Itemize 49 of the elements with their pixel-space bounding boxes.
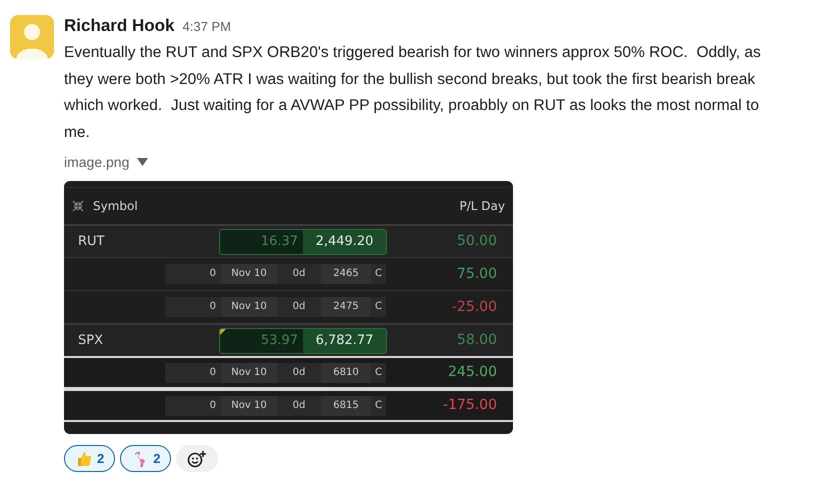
table-row[interactable]: 0 Nov 10 0d 6815 C -175.00 <box>64 389 513 422</box>
collapse-icon[interactable] <box>72 200 84 212</box>
reaction-button[interactable]: 2 <box>120 445 172 472</box>
mark-price: 53.97 <box>220 328 304 352</box>
last-price: 6,782.77 <box>303 328 386 352</box>
type-cell: C <box>371 362 386 382</box>
strike-cell: 2465 <box>321 264 371 284</box>
reaction-button[interactable]: 2 <box>64 445 116 472</box>
column-header[interactable]: P/L Day <box>460 197 505 215</box>
table-row[interactable]: 0 Nov 10 0d 6810 C 245.00 <box>64 356 513 389</box>
pl-value: 58.00 <box>456 331 497 350</box>
table-row[interactable]: RUT 16.37 2,449.20 50.00 <box>64 224 513 257</box>
strike-cell: 6815 <box>321 396 371 416</box>
mark-price: 16.37 <box>220 230 304 254</box>
days-cell: 0d <box>277 362 321 382</box>
pl-value: -25.00 <box>452 298 497 316</box>
symbol-cell-text: RUT <box>77 232 106 251</box>
expiry-cell: Nov 10 <box>221 264 277 284</box>
strike-cell: 2475 <box>321 297 371 317</box>
type-cell: C <box>371 297 386 317</box>
column-header[interactable]: Symbol <box>93 197 138 215</box>
quantity-cell: 0 <box>165 297 221 317</box>
strike-cell: 6810 <box>321 362 371 382</box>
symbol-cell-text: SPX <box>77 332 104 350</box>
thumbs-up-icon <box>75 450 93 468</box>
days-cell: 0d <box>277 264 321 284</box>
type-cell: C <box>371 264 386 284</box>
expiry-cell: Nov 10 <box>221 362 277 382</box>
days-cell: 0d <box>277 297 321 317</box>
pl-value: 50.00 <box>456 232 497 251</box>
pl-value: -175.00 <box>442 396 497 415</box>
quantity-cell: 0 <box>165 396 221 416</box>
last-price: 2,449.20 <box>303 230 386 254</box>
table-row[interactable]: SPX 53.97 6,782.77 58.00 <box>64 323 513 356</box>
add-reaction-button[interactable] <box>176 445 218 472</box>
pl-value: 75.00 <box>456 264 497 284</box>
expiry-cell: Nov 10 <box>221 396 277 416</box>
days-cell: 0d <box>277 396 321 416</box>
pl-value: 245.00 <box>448 363 497 382</box>
add-emoji-icon <box>187 450 208 468</box>
quantity-cell: 0 <box>165 362 221 382</box>
caret-icon[interactable] <box>137 158 148 166</box>
author-name[interactable]: Richard Hook <box>64 15 175 37</box>
quantity-cell: 0 <box>165 264 221 284</box>
timestamp[interactable]: 4:37 PM <box>182 16 231 38</box>
message-text: Eventually the RUT and SPX ORB20's triggered bearish for two winners approx 50% ROC. Oddly, as they were both >20% ATR I was waiting for the bullish second breaks, but took the first bearish break which worked. Just waiting for a AVWAP PP possibility, proabbly on RUT as looks the most normal to me. <box>64 43 762 142</box>
attachment-filename: image.png <box>64 152 130 172</box>
type-cell: C <box>371 396 386 416</box>
expiry-cell: Nov 10 <box>221 297 277 317</box>
